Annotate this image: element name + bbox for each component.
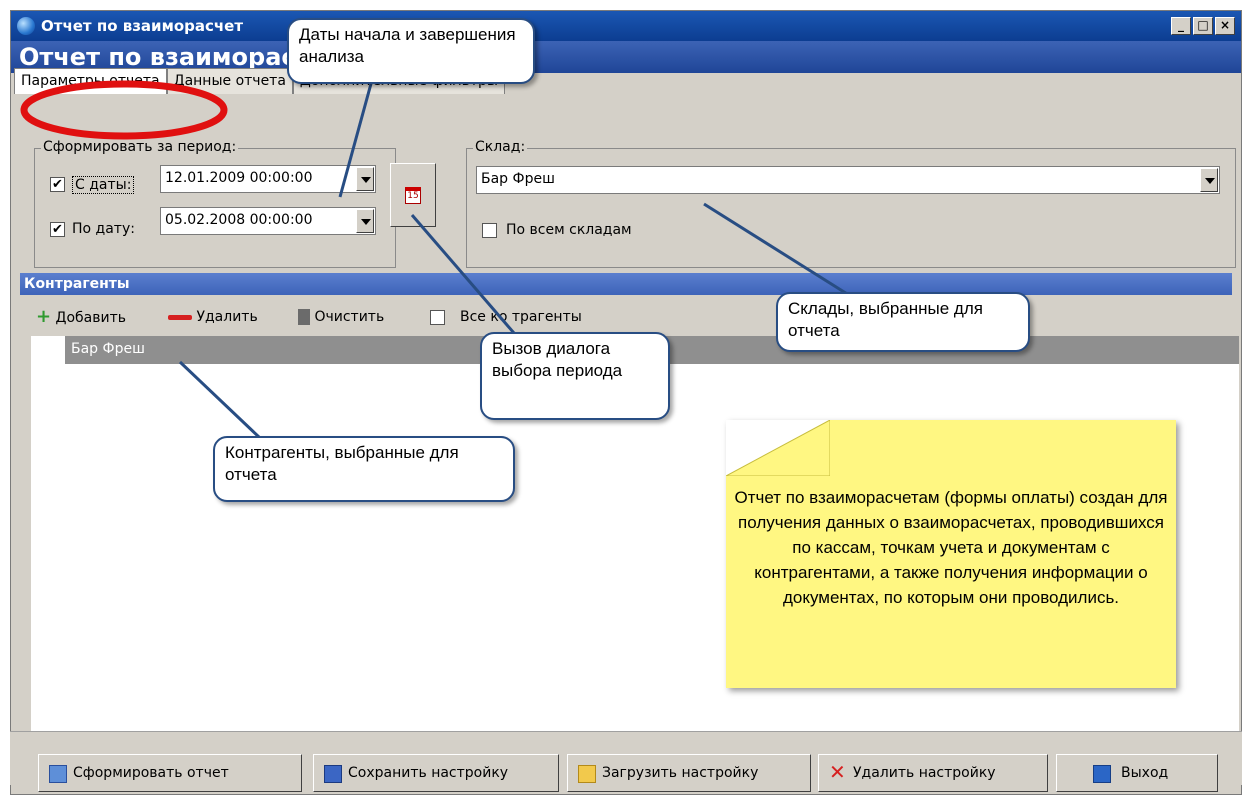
remove-label: Удалить [196,309,258,325]
add-label: Добавить [55,310,127,326]
clear-label: Очистить [314,309,385,325]
parameters-panel: Сформировать за период: ✔ С даты: 12.01.… [20,93,1236,268]
warehouse-select[interactable]: Бар Фреш [476,166,1220,194]
contractors-header: Контрагенты [20,273,1232,295]
maximize-button[interactable]: □ [1193,17,1213,35]
to-date-checkbox[interactable]: ✔ [50,222,65,237]
note-text: Отчет по взаиморасчетам (формы оплаты) с… [734,488,1168,607]
from-date-label: С даты: [72,176,135,194]
callout-contractors: Контрагенты, выбранные для отчета [213,436,515,502]
all-contractors-checkbox[interactable] [430,310,445,325]
trash-icon [298,309,310,325]
chevron-down-icon[interactable] [356,209,374,233]
row-indicator [31,336,65,364]
add-contractor-button[interactable]: + Добавить [36,305,126,330]
chevron-down-icon[interactable] [1200,168,1218,192]
warehouse-value: Бар Фреш [481,171,555,187]
note-fold-corner [726,420,830,476]
exit-button[interactable]: Выход [1056,754,1218,792]
callout-dates: Даты начала и завершения анализа [287,18,535,84]
exit-door-icon [1093,765,1111,783]
load-label: Загрузить настройку [602,765,759,781]
delete-settings-button[interactable]: ✕ Удалить настройку [818,754,1048,792]
app-globe-icon [17,17,35,35]
plus-icon: + [36,306,52,327]
floppy-disk-icon [324,765,342,783]
minus-icon [168,314,192,320]
clear-contractors-button[interactable]: Очистить [298,305,384,329]
tab-report-data[interactable]: Данные отчета [166,68,293,94]
from-date-field[interactable]: 12.01.2009 00:00:00 [160,165,376,193]
period-legend: Сформировать за период: [41,139,239,155]
callout-period-dialog: Вызов диалога выбора периода [480,332,670,420]
delete-label: Удалить настройку [853,765,996,781]
all-contractors-label: Все ко трагенты [460,309,582,325]
generate-label: Сформировать отчет [73,765,229,781]
save-settings-button[interactable]: Сохранить настройку [313,754,559,792]
all-warehouses-checkbox[interactable] [482,223,497,238]
all-warehouses-label: По всем складам [506,222,632,238]
calendar-icon: 15 [405,187,421,204]
period-dialog-button[interactable]: 15 [390,163,436,227]
folder-open-icon [578,765,596,783]
exit-label: Выход [1121,765,1169,781]
title-bar: Отчет по взаиморасчет _ □ × [11,11,1241,41]
window-title: Отчет по взаиморасчет [41,17,244,35]
load-settings-button[interactable]: Загрузить настройку [567,754,811,792]
minimize-button[interactable]: _ [1171,17,1191,35]
tab-report-parameters[interactable]: Параметры отчета [14,68,167,94]
contractor-name: Бар Фреш [71,341,145,357]
delete-x-icon: ✕ [829,760,846,784]
chevron-down-icon[interactable] [356,167,374,191]
generate-report-button[interactable]: Сформировать отчет [38,754,302,792]
report-icon [49,765,67,783]
to-date-label: По дату: [72,221,135,237]
callout-warehouses: Склады, выбранные для отчета [776,292,1030,352]
from-date-value: 12.01.2009 00:00:00 [165,170,313,186]
remove-contractor-button[interactable]: Удалить [168,305,258,329]
window-controls: _ □ × [1171,17,1235,35]
save-label: Сохранить настройку [348,765,509,781]
close-button[interactable]: × [1215,17,1235,35]
description-note: Отчет по взаиморасчетам (формы оплаты) с… [726,420,1176,688]
warehouse-legend: Склад: [473,139,528,155]
to-date-value: 05.02.2008 00:00:00 [165,212,313,228]
to-date-field[interactable]: 05.02.2008 00:00:00 [160,207,376,235]
from-date-checkbox[interactable]: ✔ [50,177,65,192]
